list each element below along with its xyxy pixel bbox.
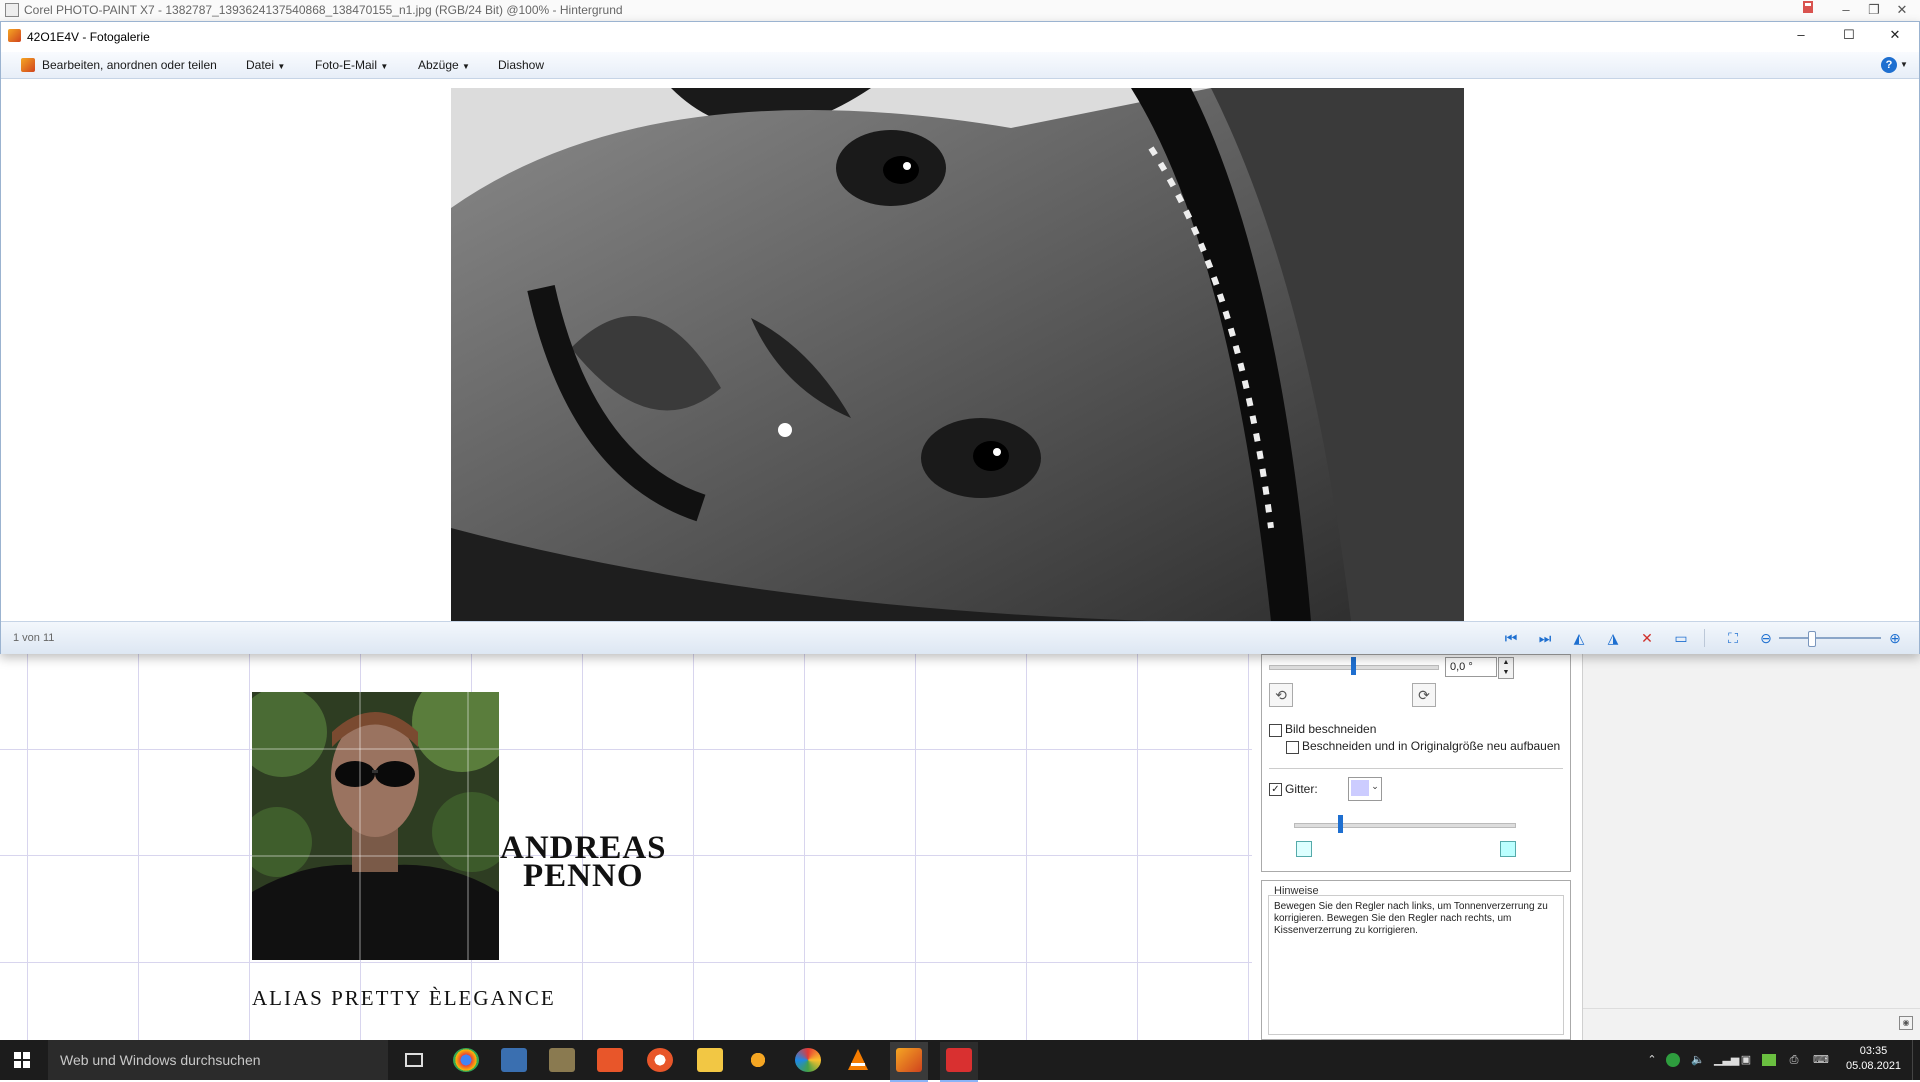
angle-input[interactable]: 0,0 ° [1445, 657, 1497, 677]
volume-icon[interactable]: 🔈 [1690, 1052, 1706, 1068]
rotate-left-icon[interactable]: ⟲ [1269, 683, 1293, 707]
small-grid-icon [1296, 841, 1312, 857]
corel-photo-paint-taskbar-button[interactable] [940, 1042, 978, 1082]
corel-app-icon [5, 3, 19, 17]
menu-photo-email[interactable]: Foto-E-Mail ▼ [315, 58, 388, 72]
caret-down-icon: ▼ [380, 62, 389, 71]
menu-edit-share[interactable]: Bearbeiten, anordnen oder teilen [42, 58, 217, 72]
corel-capture-icon[interactable] [745, 1048, 771, 1072]
corel-minimize-icon[interactable]: – [1832, 0, 1860, 20]
gallery-menu-bar: Bearbeiten, anordnen oder teilen Datei ▼… [1, 52, 1919, 79]
zoom-out-icon[interactable]: ⊖ [1755, 628, 1777, 648]
menu-slideshow[interactable]: Diashow [498, 58, 544, 72]
crop-grid-overlay [252, 692, 499, 960]
grid-slider-track[interactable] [1294, 823, 1516, 828]
crop-restore-label: Beschneiden und in Originalgröße neu auf… [1302, 739, 1561, 753]
device-tray-icon[interactable]: ▣ [1738, 1052, 1754, 1068]
lens-correction-panel: 0,0 ° ▲ ▼ ⟲ ⟳ Bild beschneiden Beschneide… [1261, 654, 1571, 872]
chevron-down-icon[interactable]: ⌄ [1370, 781, 1380, 792]
media-app-icon[interactable] [647, 1048, 673, 1072]
rotation-slider-thumb[interactable] [1351, 657, 1357, 675]
network-icon[interactable]: ▁▃▅ [1714, 1052, 1739, 1068]
search-placeholder[interactable]: Web und Windows durchsuchen [60, 1052, 261, 1068]
actual-size-icon[interactable]: ⛶ [1722, 628, 1744, 648]
rotate-left-icon[interactable]: ◭ [1568, 628, 1590, 648]
photo-counter: 1 von 11 [13, 632, 55, 644]
archive-icon[interactable] [549, 1048, 575, 1072]
windows-start-icon[interactable] [14, 1052, 30, 1071]
chrome-icon[interactable] [453, 1048, 479, 1072]
grid-color-picker[interactable]: ⌄ [1348, 777, 1382, 801]
menu-file[interactable]: Datei ▼ [246, 58, 285, 72]
hints-panel: Hinweise Bewegen Sie den Regler nach lin… [1261, 880, 1571, 1040]
toolbar-divider [1704, 629, 1705, 647]
grid-label: Gitter: [1285, 782, 1318, 796]
gallery-minimize-icon[interactable]: – [1787, 27, 1815, 47]
rotate-right-icon[interactable]: ◮ [1602, 628, 1624, 648]
docker-settings-icon[interactable]: ◉ [1899, 1016, 1913, 1030]
delete-icon[interactable]: ✕ [1636, 628, 1658, 648]
printer-tray-icon[interactable]: ⎙ [1786, 1052, 1802, 1068]
nvidia-icon[interactable] [1762, 1054, 1776, 1066]
show-desktop-button[interactable] [1912, 1040, 1920, 1080]
task-view-icon[interactable] [405, 1053, 423, 1067]
draw-app-icon[interactable] [597, 1048, 623, 1072]
gallery-window-title: 42O1E4V - Fotogalerie [27, 30, 150, 44]
keyboard-icon[interactable]: ⌨ [1810, 1052, 1832, 1068]
corel-window-title: Corel PHOTO-PAINT X7 - 1382787_139362413… [24, 3, 623, 17]
zoom-slider-thumb[interactable] [1808, 631, 1816, 647]
picasa-icon[interactable] [795, 1048, 821, 1072]
large-grid-icon [1500, 841, 1516, 857]
corel-document-icon[interactable] [1794, 0, 1822, 20]
hints-text: Bewegen Sie den Regler nach links, um To… [1274, 901, 1548, 936]
docker-area: ◉ [1582, 654, 1920, 1040]
next-icon[interactable]: ⏭ [1534, 628, 1556, 648]
clock-date: 05.08.2021 [1846, 1060, 1902, 1072]
caret-down-icon: ▼ [277, 62, 286, 71]
name-title: ANDREAS PENNO [500, 832, 667, 894]
slideshow-icon[interactable]: ▭ [1670, 628, 1692, 648]
grid-slider-thumb[interactable] [1338, 815, 1343, 833]
crop-label: Bild beschneiden [1285, 722, 1377, 736]
gallery-status-bar: 1 von 11 ⏮ ⏭ ◭ ◮ ✕ ▭ ⛶ ⊖ ⊕ [1, 621, 1919, 654]
gallery-close-icon[interactable]: ✕ [1881, 27, 1909, 47]
grid-checkbox[interactable]: ✓ [1269, 783, 1282, 796]
edit-app-icon [21, 58, 35, 72]
caret-down-icon: ▼ [462, 62, 470, 71]
alias-title: ALIAS PRETTY ÈLEGANCE [252, 986, 556, 1010]
angle-spinner[interactable]: ▲ ▼ [1498, 657, 1514, 679]
pdf-tool-icon[interactable] [501, 1048, 527, 1072]
photo-gallery-window: 42O1E4V - Fotogalerie – ☐ ✕ Bearbeiten, … [0, 21, 1920, 654]
previous-icon[interactable]: ⏮ [1500, 628, 1522, 648]
file-explorer-icon[interactable] [697, 1048, 723, 1072]
corel-restore-icon[interactable]: ❐ [1860, 0, 1888, 20]
panel-divider [1269, 768, 1563, 769]
system-clock[interactable]: 03:35 05.08.2021 [1846, 1044, 1901, 1074]
help-icon[interactable]: ? [1881, 57, 1897, 73]
corel-close-icon[interactable]: ✕ [1888, 0, 1916, 20]
crop-restore-checkbox[interactable] [1286, 741, 1299, 754]
corel-title-bar: Corel PHOTO-PAINT X7 - 1382787_139362413… [0, 0, 1920, 22]
vlc-icon[interactable] [845, 1048, 871, 1072]
document-canvas[interactable]: ANDREAS PENNO ALIAS PRETTY ÈLEGANCE [0, 654, 1252, 1040]
gallery-title-bar: 42O1E4V - Fotogalerie – ☐ ✕ [1, 22, 1919, 52]
photo-gallery-taskbar-button[interactable] [890, 1042, 928, 1082]
name-line-2: PENNO [523, 858, 644, 894]
zoom-in-icon[interactable]: ⊕ [1884, 628, 1906, 648]
rotate-right-icon[interactable]: ⟳ [1412, 683, 1436, 707]
zoom-slider-track[interactable] [1779, 637, 1881, 639]
taskbar: Web und Windows durchsuchen ⌃ 🔈 ▁▃▅ ▣ ⎙ … [0, 1040, 1920, 1082]
gallery-maximize-icon[interactable]: ☐ [1835, 27, 1863, 47]
crop-checkbox[interactable] [1269, 724, 1282, 737]
security-tray-icon[interactable] [1666, 1053, 1680, 1067]
clock-time: 03:35 [1859, 1045, 1888, 1057]
gallery-photo[interactable] [451, 88, 1464, 621]
menu-prints[interactable]: Abzüge ▼ [418, 58, 470, 72]
gallery-app-icon [8, 29, 21, 42]
help-caret-icon[interactable]: ▼ [1900, 60, 1908, 69]
tray-expand-icon[interactable]: ⌃ [1644, 1052, 1660, 1068]
